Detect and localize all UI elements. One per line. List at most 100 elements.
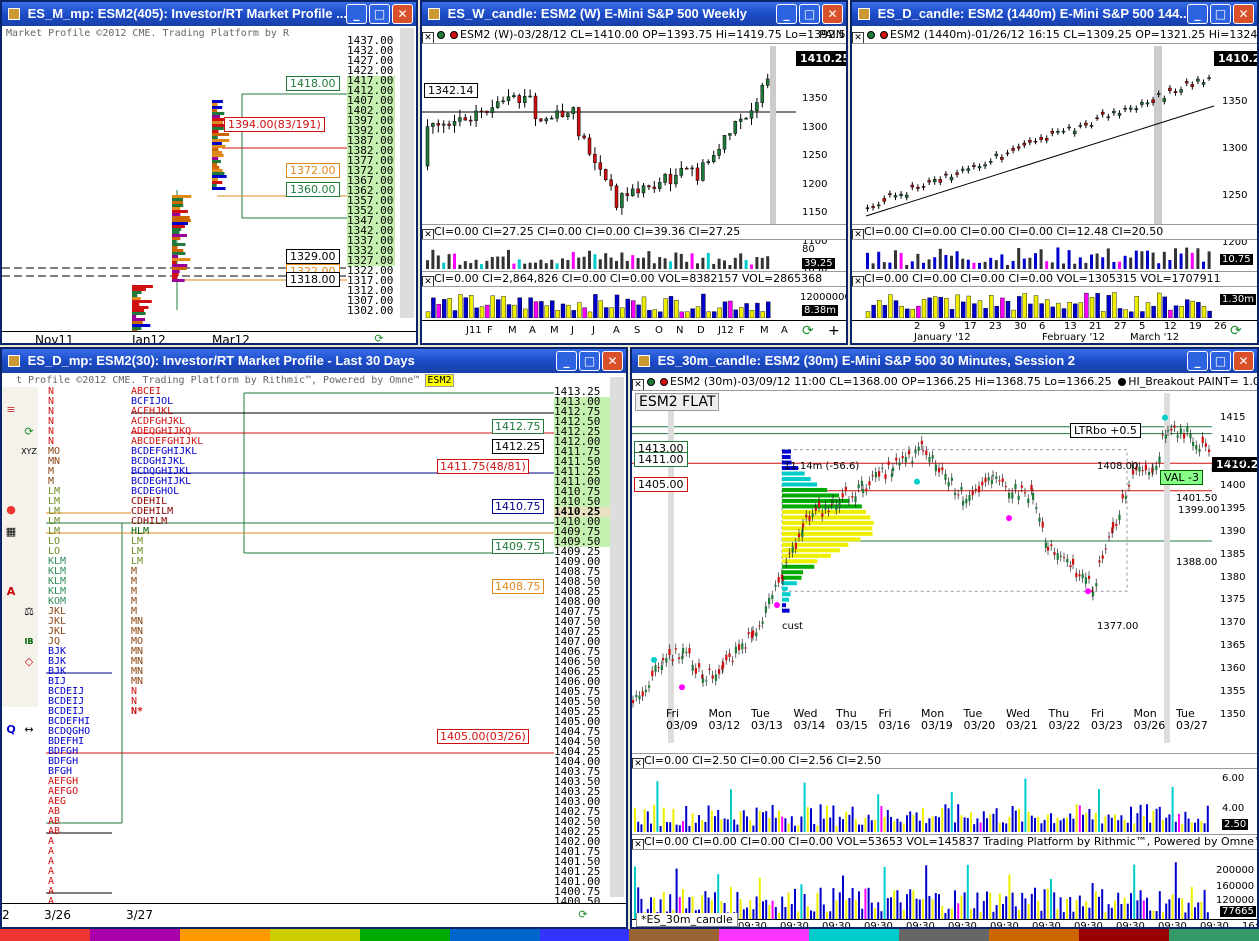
30min-chart[interactable]: ✕ ESM2 (30m)-03/09/12 11:00 CL=1368.00 OP… <box>632 373 1257 927</box>
volume-bar <box>436 304 442 318</box>
window-es-d-candle[interactable]: ES_D_candle: ESM2 (1440m) E-Mini S&P 500… <box>850 0 1259 345</box>
candle-body <box>1027 498 1030 504</box>
ind2-axis-top: 12000000 <box>800 292 848 303</box>
candle-body <box>625 193 630 196</box>
indicator-bar <box>1088 809 1091 832</box>
close-button[interactable]: ✕ <box>822 4 843 24</box>
volume-bar <box>674 300 679 318</box>
volume-bar <box>829 911 832 919</box>
indicator-bar <box>1082 814 1084 832</box>
scrollbar[interactable] <box>610 377 624 897</box>
candle-body <box>1061 130 1066 133</box>
candle-body <box>921 186 926 188</box>
volume-bar <box>928 896 931 919</box>
volume-bar <box>582 307 587 318</box>
title-bar[interactable]: ES_W_candle: ESM2 (W) E-Mini S&P 500 Wee… <box>422 2 846 26</box>
title-bar[interactable]: ES_M_mp: ESM2(405): Investor/RT Market P… <box>2 2 416 26</box>
maximize-button[interactable]: □ <box>369 4 390 24</box>
indicator-bar <box>1207 251 1211 269</box>
maximize-button[interactable]: □ <box>579 351 600 371</box>
indicator-1-text: CI=0.00 CI=2.50 CI=0.00 CI=2.56 CI=2.50 <box>644 754 882 767</box>
close-button[interactable]: ✕ <box>1233 4 1254 24</box>
indicator-bar <box>893 821 896 832</box>
weekly-chart[interactable]: ✕ ESM2 (W)-03/28/12 CL=1410.00 OP=1393.75… <box>422 26 846 343</box>
close-pane-icon[interactable]: ✕ <box>422 32 434 43</box>
refresh-icon[interactable]: ⟳ <box>370 330 388 343</box>
close-pane-icon[interactable]: ✕ <box>632 379 644 390</box>
indicator-bar <box>555 263 559 269</box>
volume-bar <box>989 892 992 919</box>
minimize-button[interactable]: _ <box>1187 351 1208 371</box>
indicator-bar <box>653 804 656 832</box>
chart-tab[interactable]: *ES_30m_candle <box>636 913 738 927</box>
date-label: 03/21 <box>1006 719 1038 732</box>
market-profile-chart[interactable]: Market Profile ©2012 CME. Trading Platfo… <box>2 26 416 343</box>
title-bar[interactable]: ES_D_mp: ESM2(30): Investor/RT Market Pr… <box>2 349 626 373</box>
minimize-button[interactable]: _ <box>776 4 797 24</box>
close-pane-icon[interactable]: ✕ <box>632 758 644 768</box>
indicator-bar <box>662 807 665 832</box>
volume-bar <box>983 308 988 318</box>
close-pane-icon[interactable]: ✕ <box>852 229 864 239</box>
candle-body <box>844 486 847 492</box>
minimize-button[interactable]: _ <box>1187 4 1208 24</box>
profile-row: N <box>131 686 138 697</box>
candle-body <box>841 493 844 498</box>
close-pane-icon[interactable]: ✕ <box>422 276 434 286</box>
profile-row: M <box>131 576 138 587</box>
title-bar[interactable]: ES_D_candle: ESM2 (1440m) E-Mini S&P 500… <box>852 2 1257 26</box>
minimize-button[interactable]: _ <box>556 351 577 371</box>
volume-bar <box>1095 293 1100 318</box>
profile-row: N <box>48 406 55 417</box>
daily-chart[interactable]: ✕ ESM2 (1440m)-01/26/12 16:15 CL=1309.25 … <box>852 26 1257 343</box>
close-button[interactable]: ✕ <box>602 351 623 371</box>
maximize-button[interactable]: □ <box>799 4 820 24</box>
candle-body <box>984 477 987 483</box>
indicator-bar <box>726 819 729 832</box>
minimize-button[interactable]: _ <box>346 4 367 24</box>
refresh-icon: ⟳ <box>802 323 814 339</box>
candle-body <box>994 153 999 157</box>
candle-body <box>714 674 717 681</box>
market-profile-30day[interactable]: t Profile ©2012 CME. Trading Platform by… <box>2 373 626 927</box>
volume-bar <box>992 911 995 919</box>
candle-body <box>1041 521 1044 528</box>
window-es-d-mp[interactable]: ES_D_mp: ESM2(30): Investor/RT Market Pr… <box>0 347 628 929</box>
highlight-band <box>770 46 776 226</box>
volume-bar <box>960 301 966 318</box>
price-ladder: 1413.25 1413.00 1412.75 1412.50 1412.25 1412.… <box>554 386 610 907</box>
candle-body <box>1115 523 1118 526</box>
candle-body <box>1208 449 1211 453</box>
y-tick-label: 1150 <box>802 207 828 218</box>
candle-body <box>917 446 920 451</box>
candle-body <box>1014 484 1017 490</box>
indicator-bar <box>894 250 897 269</box>
indicator-bar <box>566 260 570 269</box>
volume-profile-bar <box>782 592 791 597</box>
candle-body <box>782 579 785 581</box>
close-pane-icon[interactable]: ✕ <box>852 32 864 43</box>
close-button[interactable]: ✕ <box>392 4 413 24</box>
window-es-w-candle[interactable]: ES_W_candle: ESM2 (W) E-Mini S&P 500 Wee… <box>420 0 848 345</box>
volume-bar <box>1194 907 1196 919</box>
indicator-bar <box>1140 251 1144 269</box>
volume-bar <box>813 911 816 919</box>
close-pane-icon[interactable]: ✕ <box>422 229 434 239</box>
close-button[interactable]: ✕ <box>1233 351 1254 371</box>
maximize-button[interactable]: □ <box>1210 4 1231 24</box>
close-pane-icon[interactable]: ✕ <box>632 839 644 849</box>
close-pane-icon[interactable]: ✕ <box>852 276 864 286</box>
window-es-30m-candle[interactable]: ES_30m_candle: ESM2 (30m) E-Mini S&P 500… <box>630 347 1259 929</box>
volume-bar <box>955 294 960 318</box>
scrollbar[interactable] <box>400 28 414 318</box>
volume-bar <box>636 304 641 318</box>
indicator-bar <box>784 818 787 832</box>
title-bar[interactable]: ES_30m_candle: ESM2 (30m) E-Mini S&P 500… <box>632 349 1257 373</box>
indicator-bar <box>768 818 771 832</box>
indicator-bar <box>1174 821 1177 832</box>
refresh-icon[interactable]: ⟳ <box>574 906 592 924</box>
volume-bar <box>915 898 918 919</box>
maximize-button[interactable]: □ <box>1210 351 1231 371</box>
indicator-bar <box>672 808 675 832</box>
window-es-m-mp[interactable]: ES_M_mp: ESM2(405): Investor/RT Market P… <box>0 0 418 345</box>
